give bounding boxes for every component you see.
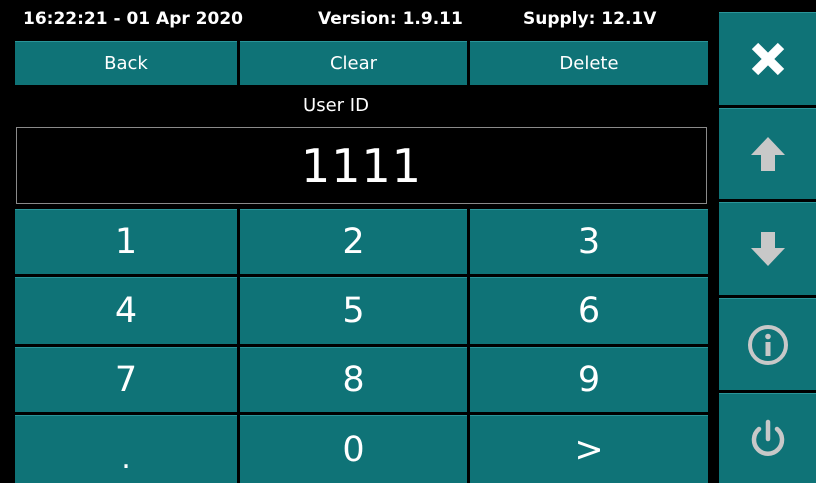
info-button[interactable] [719, 298, 816, 390]
close-icon [751, 42, 784, 76]
scroll-up-button[interactable] [719, 108, 816, 199]
scroll-down-button[interactable] [719, 202, 816, 295]
info-icon [747, 324, 788, 365]
clear-button[interactable]: Clear [240, 41, 467, 85]
version-text: Version: 1.9.11 [318, 9, 463, 29]
key-5[interactable]: 5 [240, 277, 467, 344]
key-8[interactable]: 8 [240, 347, 467, 412]
delete-button[interactable]: Delete [470, 41, 708, 85]
key-2[interactable]: 2 [240, 209, 467, 274]
key-6[interactable]: 6 [470, 277, 708, 344]
back-button[interactable]: Back [15, 41, 237, 85]
arrow-up-icon [750, 137, 785, 171]
datetime-text: 16:22:21 - 01 Apr 2020 [23, 9, 243, 29]
key-decimal-point[interactable]: . [15, 415, 237, 483]
power-button[interactable] [719, 393, 816, 483]
arrow-down-icon [750, 232, 785, 266]
key-next[interactable]: > [470, 415, 708, 483]
key-9[interactable]: 9 [470, 347, 708, 412]
status-bar: 16:22:21 - 01 Apr 2020 Version: 1.9.11 S… [0, 0, 712, 40]
key-3[interactable]: 3 [470, 209, 708, 274]
user-id-label: User ID [303, 94, 369, 116]
supply-voltage-text: Supply: 12.1V [523, 9, 657, 29]
user-id-input[interactable]: 1111 [16, 127, 707, 204]
key-1[interactable]: 1 [15, 209, 237, 274]
key-0[interactable]: 0 [240, 415, 467, 483]
close-button[interactable] [719, 12, 816, 105]
key-4[interactable]: 4 [15, 277, 237, 344]
power-icon [751, 419, 784, 456]
key-7[interactable]: 7 [15, 347, 237, 412]
